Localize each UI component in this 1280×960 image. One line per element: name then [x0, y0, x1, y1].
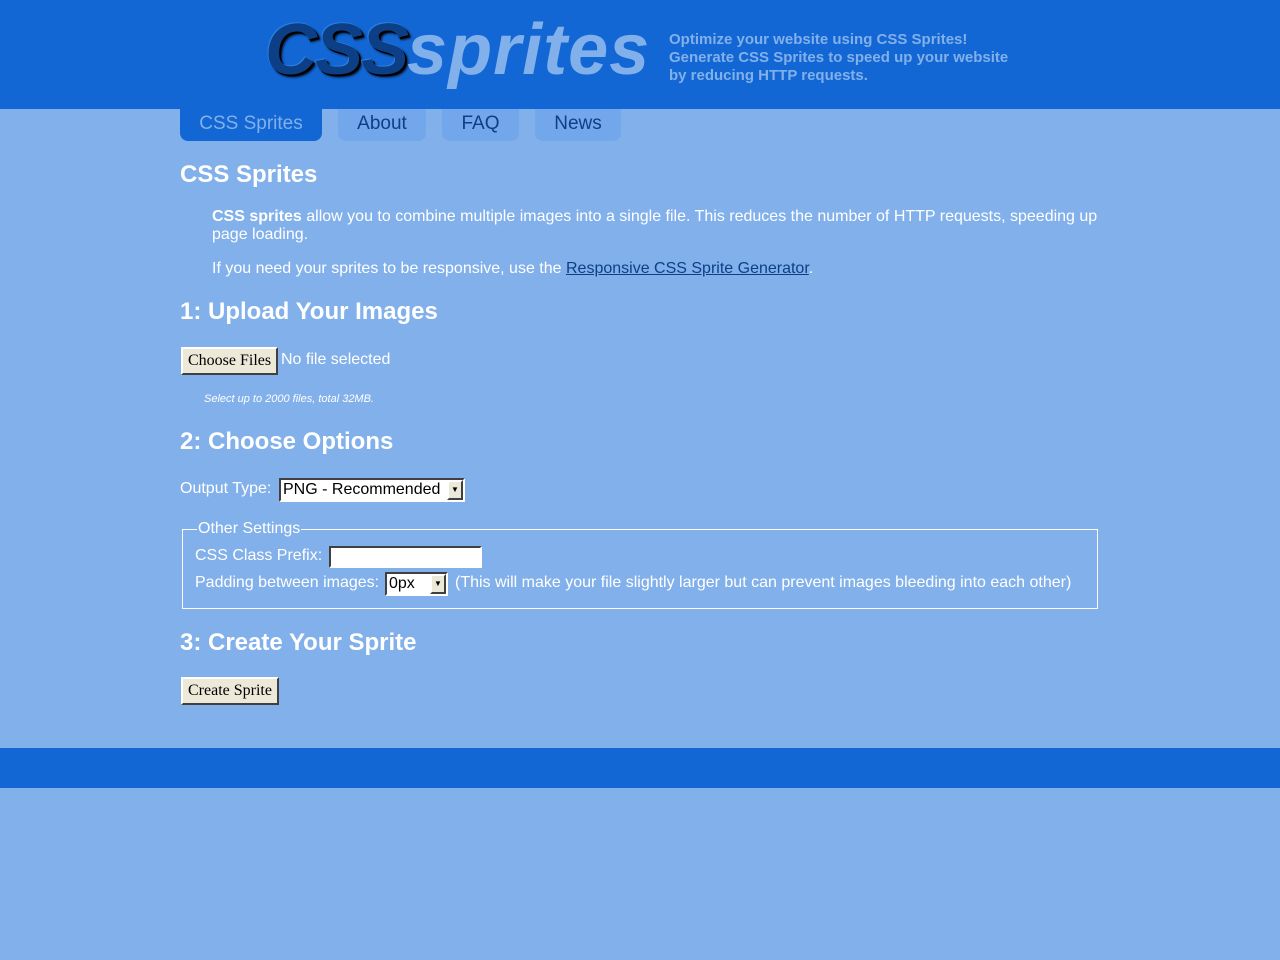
site-header: CSSsprites Optimize your website using C… [0, 0, 1280, 109]
site-tagline: Optimize your website using CSS Sprites!… [669, 31, 1009, 84]
output-type-select[interactable]: PNG - Recommended ▼ [279, 478, 465, 502]
padding-value: 0px [389, 575, 415, 592]
output-type-label: Output Type: [180, 480, 272, 497]
other-settings-fieldset: Other Settings CSS Class Prefix: Padding… [182, 520, 1098, 609]
logo-sprites-text: sprites [407, 10, 651, 90]
step2-heading: 2: Choose Options [180, 428, 394, 455]
site-footer [0, 748, 1280, 788]
choose-files-button[interactable]: Choose Files [181, 347, 279, 375]
site-logo[interactable]: CSSsprites [265, 10, 650, 90]
other-settings-legend: Other Settings [197, 520, 302, 538]
css-prefix-label: CSS Class Prefix: [195, 547, 323, 564]
intro-bold-term: CSS sprites [212, 208, 302, 225]
step3-heading: 3: Create Your Sprite [180, 629, 417, 656]
tab-about[interactable]: About [338, 109, 426, 141]
step1-heading: 1: Upload Your Images [180, 298, 438, 325]
padding-note: (This will make your file slightly large… [455, 574, 1072, 591]
intro-heading: CSS Sprites [180, 161, 318, 188]
upload-hint: Select up to 2000 files, total 32MB. [204, 393, 374, 405]
css-prefix-input[interactable] [329, 546, 482, 568]
responsive-text: If you need your sprites to be responsiv… [212, 260, 566, 277]
chevron-down-icon: ▼ [447, 480, 463, 500]
padding-select[interactable]: 0px ▼ [385, 572, 448, 596]
create-sprite-button[interactable]: Create Sprite [181, 677, 279, 705]
tab-news[interactable]: News [535, 109, 621, 141]
logo-css-text: CSS [265, 10, 409, 90]
responsive-paragraph: If you need your sprites to be responsiv… [212, 260, 1100, 278]
responsive-generator-link[interactable]: Responsive CSS Sprite Generator [566, 260, 809, 277]
tab-css-sprites[interactable]: CSS Sprites [180, 109, 322, 141]
responsive-text-end: . [808, 260, 814, 277]
intro-text: allow you to combine multiple images int… [212, 208, 1098, 243]
output-type-value: PNG - Recommended [283, 481, 441, 498]
chevron-down-icon: ▼ [430, 574, 446, 594]
intro-paragraph: CSS sprites allow you to combine multipl… [212, 208, 1100, 244]
padding-label: Padding between images: [195, 574, 380, 591]
tab-faq[interactable]: FAQ [442, 109, 519, 141]
no-file-status: No file selected [281, 351, 391, 368]
